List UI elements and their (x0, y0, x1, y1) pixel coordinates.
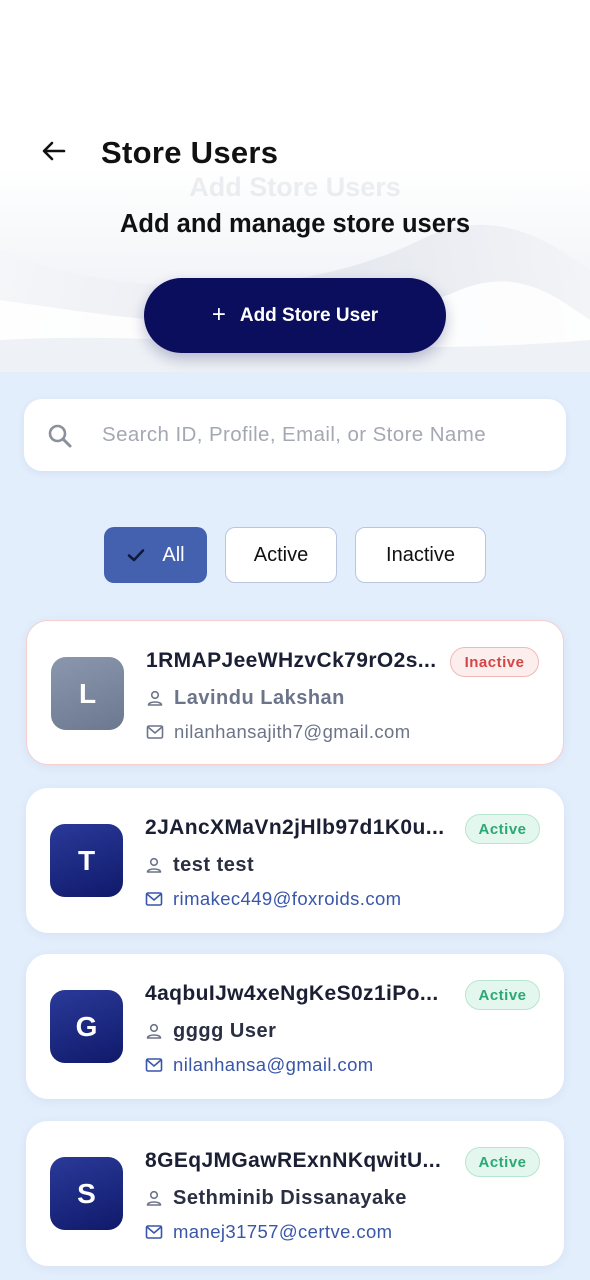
user-id: 1RMAPJeeWHzvCk79rO2s... (146, 649, 437, 672)
user-email: nilanhansa@gmail.com (173, 1054, 374, 1075)
filter-chip-all-label: All (162, 543, 185, 566)
person-icon (146, 1023, 162, 1039)
header-hero: Store Users Add Store Users Add and mana… (0, 0, 590, 372)
status-badge: Inactive (450, 647, 539, 677)
user-email-row: rimakec449@foxroids.com (145, 886, 401, 912)
user-id: 4aqbuIJw4xeNgKeS0z1iPo... (145, 982, 439, 1005)
user-card[interactable]: L 1RMAPJeeWHzvCk79rO2s... Inactive Lavin… (26, 620, 564, 765)
status-badge: Active (465, 980, 540, 1010)
ghost-title: Add Store Users (189, 172, 401, 202)
search-icon (48, 424, 72, 448)
page-subtitle: Add and manage store users (119, 210, 470, 238)
user-name: test test (173, 853, 255, 876)
add-store-user-label: Add Store User (239, 304, 379, 326)
user-name-row: test test (145, 852, 254, 878)
user-name: gggg User (173, 1019, 277, 1042)
person-icon (146, 1190, 162, 1206)
person-icon (146, 857, 162, 873)
user-card[interactable]: G 4aqbuIJw4xeNgKeS0z1iPo... Active gggg … (26, 954, 564, 1099)
page-title: Store Users (101, 135, 279, 170)
checkmark-icon (128, 549, 145, 562)
user-email: manej31757@certve.com (173, 1221, 393, 1242)
filter-chip-all[interactable]: All (104, 527, 207, 583)
user-email: nilanhansajith7@gmail.com (174, 721, 411, 742)
user-name-row: Sethminib Dissanayake (145, 1185, 407, 1211)
filter-chip-active[interactable]: Active (225, 527, 337, 583)
person-icon (147, 690, 163, 706)
user-name-row: gggg User (145, 1018, 276, 1044)
mail-icon (146, 725, 164, 739)
user-email-row: manej31757@certve.com (145, 1219, 392, 1245)
plus-icon: + (211, 300, 226, 328)
user-email: rimakec449@foxroids.com (173, 888, 402, 909)
add-store-user-button[interactable]: + Add Store User (144, 278, 446, 353)
filter-chip-active-label: Active (253, 543, 309, 566)
user-name-row: Lavindu Lakshan (146, 685, 345, 711)
user-name: Sethminib Dissanayake (173, 1186, 407, 1209)
back-button[interactable] (34, 131, 74, 171)
mail-icon (145, 1225, 163, 1239)
user-avatar: S (50, 1157, 123, 1230)
user-avatar: L (51, 657, 124, 730)
user-id: 8GEqJMGawRExnNKqwitU... (145, 1149, 442, 1172)
filter-chip-inactive[interactable]: Inactive (355, 527, 486, 583)
mail-icon (145, 1058, 163, 1072)
user-card[interactable]: T 2JAncXMaVn2jHlb97d1K0u... Active test … (26, 788, 564, 933)
user-avatar: G (50, 990, 123, 1063)
status-filter-group: All Active Inactive (0, 527, 590, 583)
arrow-left-icon (42, 141, 66, 161)
search-input[interactable] (102, 399, 562, 471)
user-card[interactable]: S 8GEqJMGawRExnNKqwitU... Active Sethmin… (26, 1121, 564, 1266)
search-bar (24, 399, 566, 471)
user-avatar: T (50, 824, 123, 897)
mail-icon (145, 892, 163, 906)
user-email-row: nilanhansa@gmail.com (145, 1052, 374, 1078)
user-id: 2JAncXMaVn2jHlb97d1K0u... (145, 816, 445, 839)
status-badge: Active (465, 1147, 540, 1177)
status-badge: Active (465, 814, 540, 844)
user-email-row: nilanhansajith7@gmail.com (146, 719, 411, 745)
user-name: Lavindu Lakshan (174, 686, 345, 709)
filter-chip-inactive-label: Inactive (386, 543, 455, 566)
